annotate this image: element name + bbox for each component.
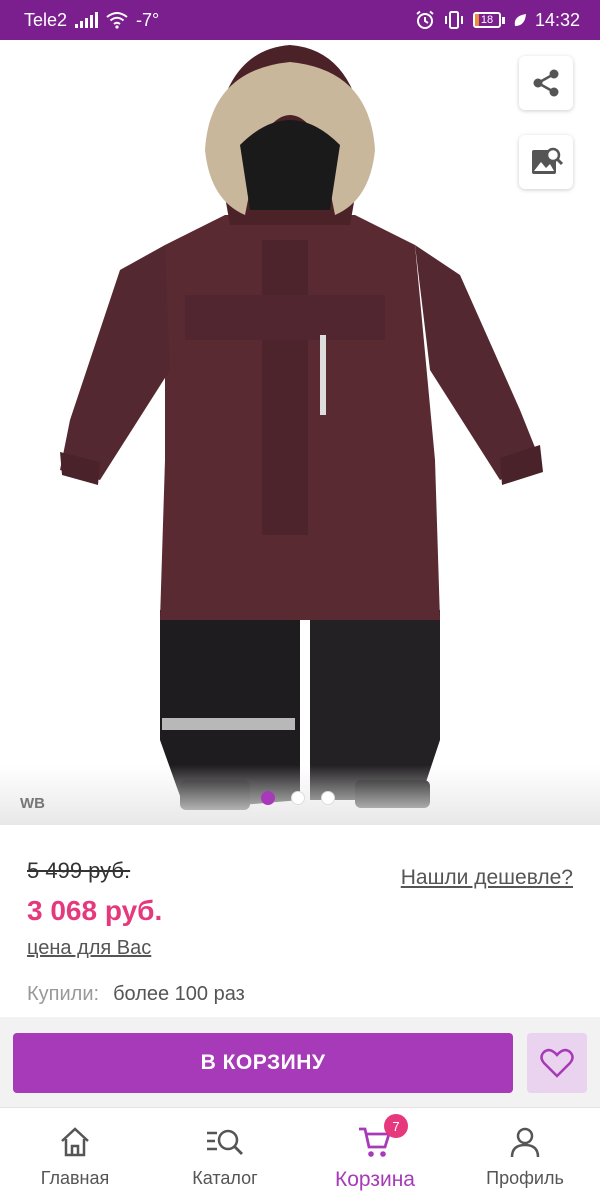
catalog-search-icon xyxy=(207,1129,243,1155)
purchase-count-label: Купили: xyxy=(27,983,100,1005)
old-price: 5 499 руб. xyxy=(27,858,131,883)
signal-icon xyxy=(75,12,99,28)
add-to-cart-button[interactable]: В КОРЗИНУ xyxy=(13,1033,513,1093)
purchase-count-value: более 100 раз xyxy=(113,983,245,1005)
favorite-button[interactable] xyxy=(527,1033,587,1093)
heart-icon xyxy=(540,1048,574,1078)
brand-badge: WB xyxy=(20,795,45,812)
nav-profile-label: Профиль xyxy=(486,1168,564,1188)
nav-home[interactable]: Главная xyxy=(0,1108,150,1199)
nav-profile[interactable]: Профиль xyxy=(450,1108,600,1199)
image-search-icon xyxy=(532,147,563,174)
nav-cart-label: Корзина xyxy=(335,1168,415,1191)
clock: 14:32 xyxy=(534,9,580,30)
leaf-icon xyxy=(514,14,526,26)
found-cheaper-link[interactable]: Нашли дешевле? xyxy=(401,866,573,890)
battery-icon: 18 xyxy=(472,12,505,28)
image-search-button[interactable] xyxy=(519,135,573,189)
share-button[interactable] xyxy=(519,56,573,110)
gallery-dot[interactable] xyxy=(261,791,275,805)
action-bar: В КОРЗИНУ xyxy=(0,1017,600,1107)
nav-home-label: Главная xyxy=(40,1168,110,1188)
share-icon xyxy=(533,69,559,97)
vibrate-icon xyxy=(444,11,463,29)
battery-level: 18 xyxy=(480,14,494,26)
product-image-gallery[interactable]: WB xyxy=(0,40,600,825)
carrier-name: Tele2 xyxy=(24,9,68,30)
gallery-dots[interactable] xyxy=(261,791,335,805)
temperature: -7° xyxy=(136,9,160,30)
nav-cart[interactable]: 7 Корзина xyxy=(300,1108,450,1199)
gallery-dot[interactable] xyxy=(321,791,335,805)
product-image xyxy=(60,45,543,810)
wifi-icon xyxy=(106,12,128,29)
price-for-you-link[interactable]: цена для Вас xyxy=(27,937,151,960)
purchase-count: Купили: более 100 раз xyxy=(27,983,245,1006)
home-icon xyxy=(61,1127,89,1157)
status-bar: Tele2 -7° 18 14:32 xyxy=(0,0,600,40)
alarm-icon xyxy=(416,10,434,29)
user-icon xyxy=(510,1127,540,1158)
gallery-dot[interactable] xyxy=(291,791,305,805)
nav-catalog[interactable]: Каталог xyxy=(150,1108,300,1199)
cart-count-badge: 7 xyxy=(384,1114,408,1138)
bottom-navigation: Главная Каталог 7 Корзина Профиль xyxy=(0,1107,600,1199)
current-price: 3 068 руб. xyxy=(27,895,163,926)
nav-catalog-label: Каталог xyxy=(192,1168,258,1188)
